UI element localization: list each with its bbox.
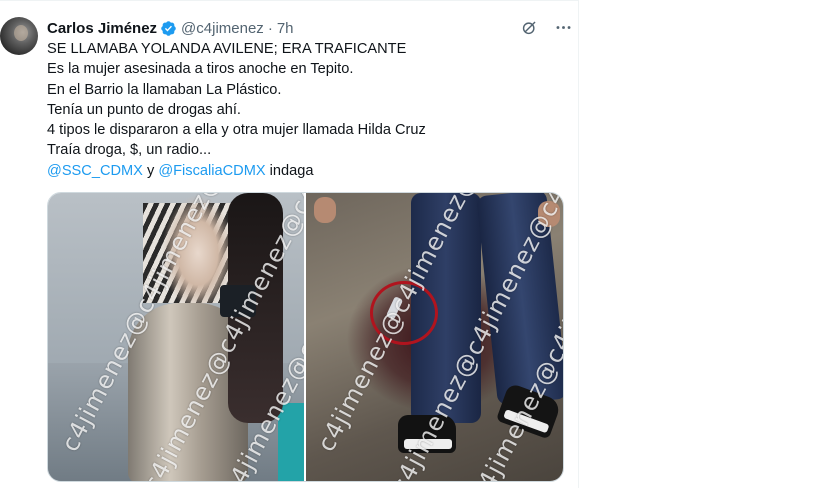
- tweet-line: Tenía un punto de drogas ahí.: [47, 101, 241, 118]
- timestamp[interactable]: 7h: [277, 20, 294, 37]
- tweet-header: Carlos Jiménez @c4jimenez · 7h: [47, 18, 294, 38]
- tweet-line-mentions: @SSC_CDMX y @FiscaliaCDMX indaga: [47, 161, 567, 181]
- author-handle[interactable]: @c4jimenez: [181, 20, 264, 37]
- tail-text: indaga: [265, 162, 314, 179]
- photo-right[interactable]: c4jimenez@c4jimenez@c4jimenez c4jimenez@…: [306, 193, 563, 481]
- mention-connector: y: [142, 162, 159, 179]
- media-grid: c4jimenez@c4jimenez@c4jimenez c4jimenez@…: [47, 192, 564, 482]
- tweet-line: Es la mujer asesinada a tiros anoche en …: [47, 61, 354, 78]
- mention-fiscalia-cdmx[interactable]: @FiscaliaCDMX: [158, 163, 265, 179]
- grok-icon[interactable]: [518, 16, 540, 38]
- photo-left[interactable]: c4jimenez@c4jimenez@c4jimenez c4jimenez@…: [48, 193, 304, 481]
- author-name[interactable]: Carlos Jiménez: [47, 20, 157, 37]
- mention-ssc-cdmx[interactable]: @SSC_CDMX: [47, 163, 143, 179]
- tweet-line: 4 tipos le dispararon a ella y otra muje…: [47, 122, 426, 139]
- verified-badge-icon: [160, 20, 177, 37]
- tweet-line: Traía droga, $, un radio...: [47, 142, 212, 159]
- separator-dot: ·: [267, 19, 273, 37]
- header-actions: [518, 16, 574, 38]
- more-icon[interactable]: [552, 16, 574, 38]
- avatar[interactable]: [0, 17, 38, 55]
- tweet-line: SE LLAMABA YOLANDA AVILENE; ERA TRAFICAN…: [47, 41, 407, 57]
- photo-hand-left: [314, 197, 336, 223]
- tweet-card[interactable]: Carlos Jiménez @c4jimenez · 7h SE LLAMAB…: [0, 0, 579, 488]
- tweet-text: SE LLAMABA YOLANDA AVILENE; ERA TRAFICAN…: [47, 39, 567, 181]
- tweet-line: En el Barrio la llamaban La Plástico.: [47, 81, 282, 98]
